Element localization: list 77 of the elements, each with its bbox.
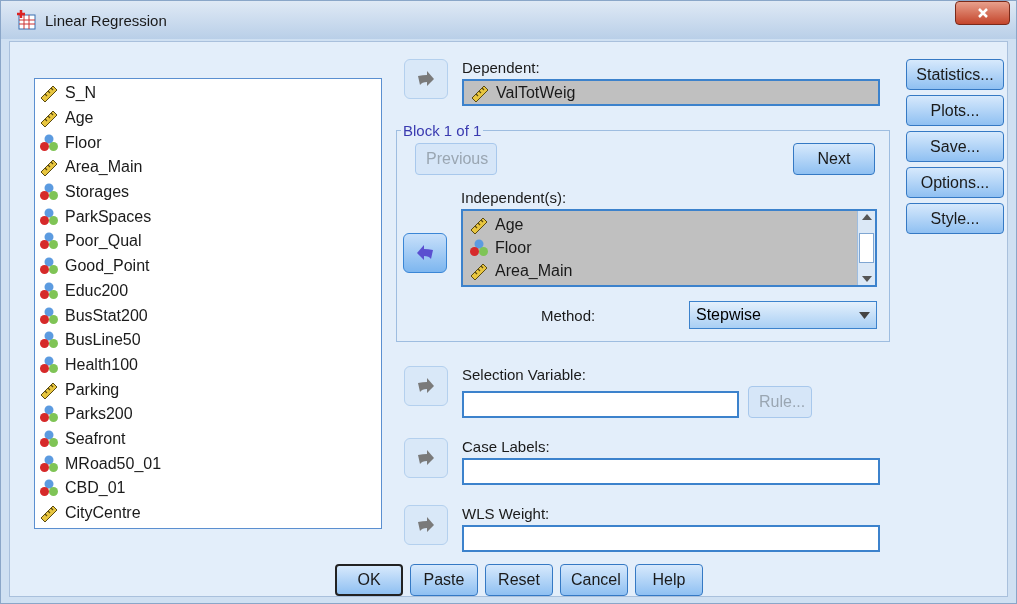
variable-item[interactable]: Parking <box>39 377 377 402</box>
nominal-icon <box>39 231 59 252</box>
variable-item[interactable]: Area_Main <box>469 259 851 283</box>
next-button[interactable]: Next <box>793 143 875 175</box>
variable-item[interactable]: Educ200 <box>39 278 377 304</box>
dialog-button[interactable]: OK <box>335 564 403 596</box>
caret-icon <box>859 311 870 319</box>
nominal-icon <box>39 453 59 474</box>
right-arrow-icon <box>417 378 435 394</box>
nominal-icon <box>39 132 59 153</box>
variable-item[interactable]: Area_Main <box>39 155 377 180</box>
close-icon <box>976 7 989 19</box>
variable-item[interactable]: Storages <box>39 179 377 205</box>
variable-item[interactable]: Age <box>39 105 377 131</box>
side-button[interactable]: Statistics... <box>906 59 1004 90</box>
dialog-button[interactable]: Reset <box>485 564 553 596</box>
nominal-icon <box>39 404 59 425</box>
dialog-button[interactable]: Paste <box>410 564 478 596</box>
field-label: WLS Weight: <box>462 505 551 522</box>
app-icon <box>15 9 37 31</box>
side-button[interactable]: Style... <box>906 203 1004 234</box>
side-button[interactable]: Options... <box>906 167 1004 198</box>
method-dropdown[interactable]: Stepwise <box>689 301 877 329</box>
variable-item[interactable]: Good_Point <box>39 253 377 279</box>
variable-item[interactable]: Seafront <box>39 426 377 452</box>
variable-item[interactable]: Floor <box>39 130 377 156</box>
variable-item[interactable]: CBD_01 <box>39 476 377 501</box>
scroll-up-icon[interactable] <box>861 214 872 220</box>
right-arrow-icon <box>417 71 435 87</box>
nominal-icon <box>469 238 489 258</box>
variable-item[interactable]: ParkSpaces <box>39 204 377 230</box>
ruler-icon <box>39 83 59 104</box>
nominal-icon <box>39 330 59 351</box>
ruler-icon <box>469 261 489 282</box>
field-label: Case Labels: <box>462 438 551 455</box>
nominal-icon <box>39 305 59 326</box>
variable-item[interactable]: BusLine50 <box>39 327 377 353</box>
variable-item[interactable]: CityCentre <box>39 500 377 526</box>
right-arrow-icon <box>417 450 435 466</box>
field-label: Independent(s): <box>461 189 567 206</box>
variable-item[interactable]: Health100 <box>39 352 377 378</box>
variable-item[interactable]: BusStat200 <box>39 303 377 328</box>
input-field[interactable] <box>462 525 880 552</box>
scrollbar[interactable] <box>857 211 875 285</box>
nominal-icon <box>39 182 59 203</box>
variable-item[interactable]: Floor <box>469 236 851 260</box>
nominal-icon <box>39 280 59 301</box>
side-button[interactable]: Save... <box>906 131 1004 162</box>
right-arrow-icon <box>417 517 435 533</box>
nominal-icon <box>39 428 59 449</box>
variable-item[interactable]: S_N <box>39 81 377 106</box>
field-label: Method: <box>541 306 596 324</box>
left-arrow-icon <box>416 245 434 261</box>
nominal-icon <box>39 256 59 277</box>
input-field[interactable] <box>462 458 880 485</box>
variable-item[interactable]: Age <box>469 213 851 237</box>
ruler-icon <box>39 108 59 129</box>
field-label: Dependent: <box>462 59 541 76</box>
dialog-button[interactable]: Help <box>635 564 703 596</box>
side-button[interactable]: Plots... <box>906 95 1004 126</box>
move-arrow-button[interactable] <box>403 233 447 273</box>
nominal-icon <box>39 206 59 227</box>
window-title: Linear Regression <box>45 11 168 29</box>
block-title: Block 1 of 1 <box>402 122 483 139</box>
input-field[interactable] <box>462 391 739 418</box>
variable-item[interactable]: Parks200 <box>39 401 377 427</box>
ruler-icon <box>39 157 59 178</box>
dependent-field[interactable]: ValTotWeig <box>462 79 880 106</box>
dialog-button[interactable]: Cancel <box>560 564 628 596</box>
variable-item[interactable]: Poor_Qual <box>39 229 377 254</box>
nominal-icon <box>39 354 59 375</box>
field-label: Selection Variable: <box>462 366 587 383</box>
nominal-icon <box>39 478 59 499</box>
variable-item[interactable]: MRoad50_01 <box>39 451 377 476</box>
close-button[interactable] <box>955 1 1010 25</box>
scroll-down-icon[interactable] <box>861 276 872 282</box>
ruler-icon <box>39 503 59 524</box>
